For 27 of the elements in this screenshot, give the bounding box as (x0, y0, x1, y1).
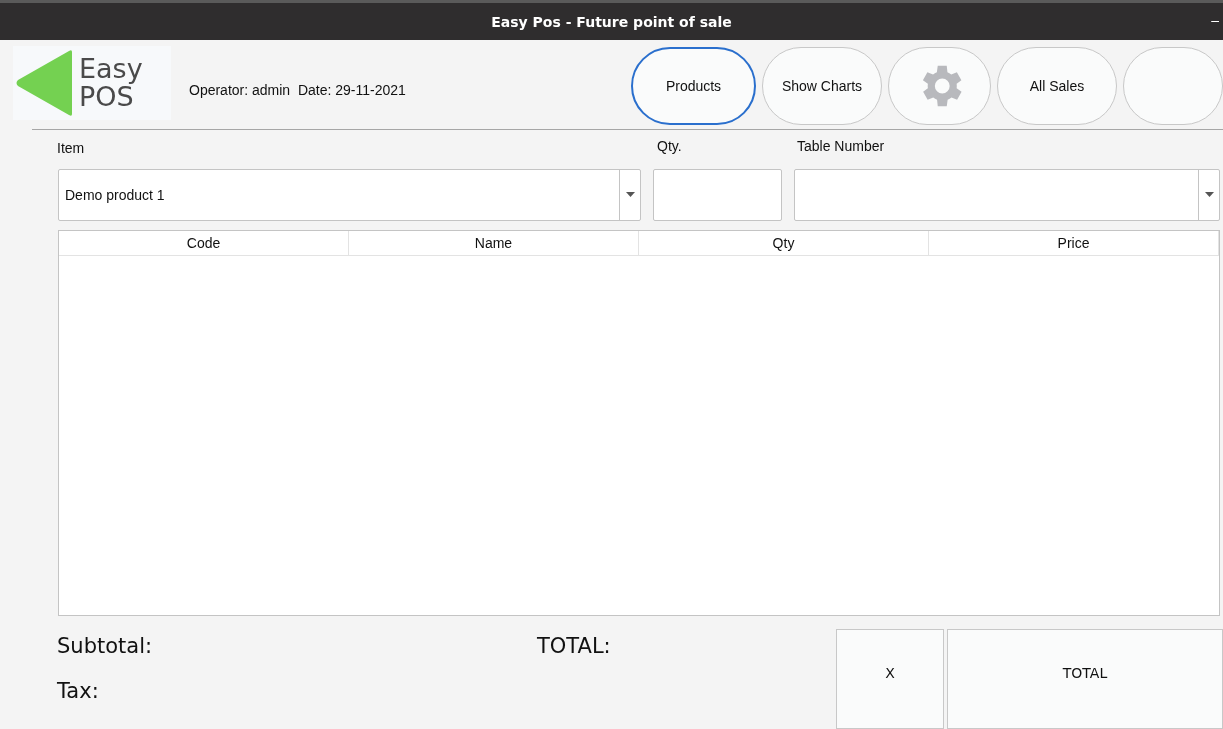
action-button[interactable]: X (836, 629, 944, 729)
qty-input-field[interactable] (653, 168, 782, 221)
field-label: Table Number (797, 138, 886, 157)
toolbar-button[interactable]: Show Charts (762, 47, 882, 125)
field-label: Qty. (657, 138, 683, 157)
tax-label: Tax: (57, 678, 100, 704)
field-label: Item (57, 140, 86, 159)
minimize-button[interactable]: – (1211, 12, 1219, 28)
dropdown-caret-icon (625, 192, 635, 198)
column-header[interactable]: Code (59, 230, 349, 255)
action-button[interactable]: TOTAL (947, 629, 1223, 729)
item-dropdown[interactable]: Demo product 1 (58, 168, 641, 221)
operator-info: Operator: admin Date: 29-11-2021 (189, 82, 406, 98)
subtotal-label: Subtotal: (57, 633, 154, 659)
dropdown-caret-icon (1204, 192, 1214, 198)
column-header[interactable]: Price (929, 230, 1219, 255)
triangle-logo-icon (15, 50, 75, 116)
toolbar-button[interactable]: Products (631, 47, 756, 125)
table-number-dropdown[interactable] (794, 168, 1220, 221)
total-label: TOTAL: (537, 633, 611, 660)
logo-text: Easy (79, 55, 143, 83)
window-title: Easy Pos - Future point of sale (491, 13, 732, 30)
column-header[interactable]: Name (349, 230, 639, 255)
logo-text: POS (79, 83, 134, 111)
toolbar-button[interactable]: All Sales (997, 47, 1117, 125)
toolbar-button[interactable] (1123, 47, 1223, 125)
column-header[interactable]: Qty (639, 230, 929, 255)
